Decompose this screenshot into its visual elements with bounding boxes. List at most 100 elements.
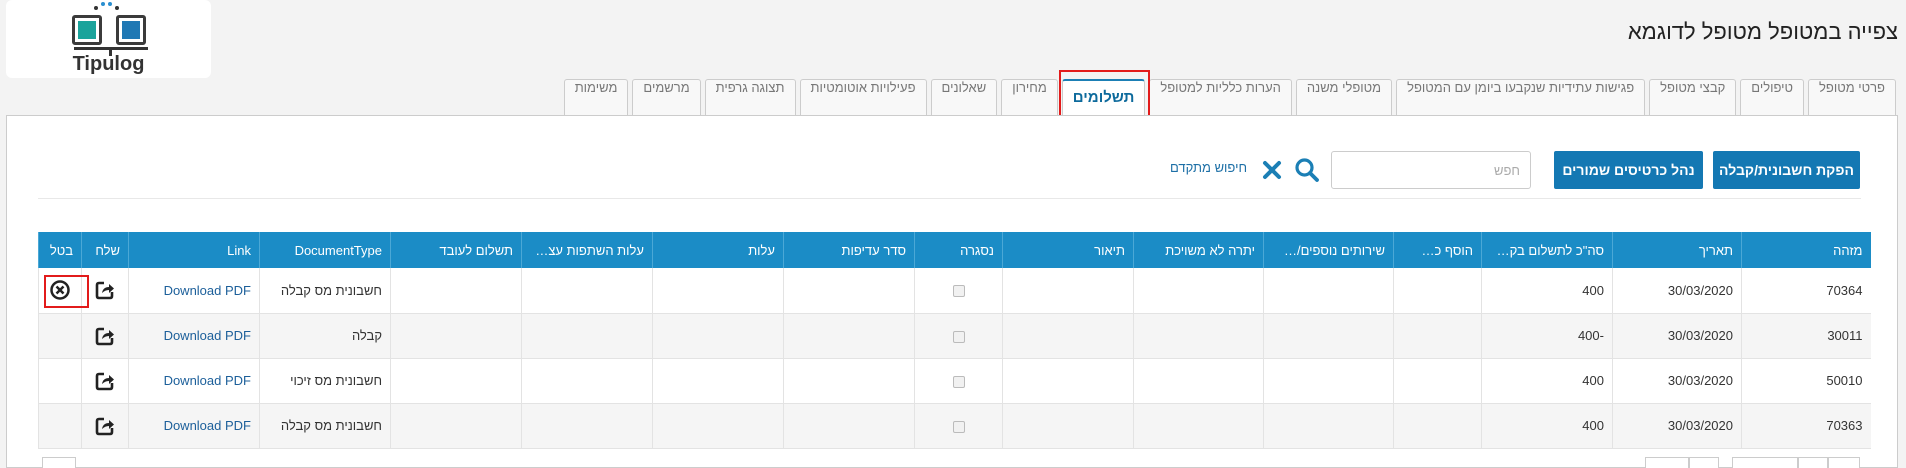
- table-row: 70364 30/03/2020 400 חשבונית מס קבלה Dow…: [38, 268, 1871, 314]
- logo-text: Tipulog: [72, 53, 145, 75]
- closed-checkbox[interactable]: [952, 375, 965, 388]
- logo-dot: [115, 6, 119, 10]
- cancel-circle-icon[interactable]: [49, 279, 71, 301]
- pager-button[interactable]: [1798, 457, 1828, 468]
- column-header-send: שלח: [81, 232, 129, 268]
- tab-automatic-activities[interactable]: פעילויות אוטומטיות: [799, 79, 927, 115]
- column-header-priority[interactable]: סדר עדיפות: [783, 232, 915, 268]
- download-pdf-link[interactable]: Download PDF: [164, 328, 251, 343]
- closed-checkbox[interactable]: [952, 420, 965, 433]
- share-icon[interactable]: [94, 325, 116, 347]
- tab-sub-patients[interactable]: מטופלי משנה: [1295, 79, 1393, 115]
- column-header-total[interactable]: סה"כ לתשלום בק…: [1481, 232, 1613, 268]
- tab-treatments[interactable]: טיפולים: [1740, 79, 1805, 115]
- close-icon[interactable]: [1262, 160, 1282, 180]
- cell-empty: [783, 403, 915, 449]
- pager-button[interactable]: [1732, 457, 1798, 468]
- tab-general-notes[interactable]: הערות כלליות למטופל: [1149, 79, 1292, 115]
- cell-id: 30011: [1741, 313, 1871, 359]
- cell-document-type: קבלה: [259, 313, 391, 359]
- logo-square-icon: [116, 15, 146, 45]
- cell-empty: [390, 268, 522, 314]
- search-input[interactable]: [1331, 151, 1531, 189]
- cell-total: -400: [1481, 313, 1613, 359]
- table-header-row: מזהה תאריך סה"כ לתשלום בק… הוסף כ… שירות…: [38, 232, 1871, 268]
- cell-empty: [652, 403, 784, 449]
- closed-checkbox[interactable]: [952, 285, 965, 298]
- download-pdf-link[interactable]: Download PDF: [164, 418, 251, 433]
- pager-button[interactable]: [1828, 457, 1860, 468]
- cell-total: 400: [1481, 403, 1613, 449]
- cell-empty: [783, 268, 915, 314]
- cell-empty: [1133, 403, 1264, 449]
- advanced-search-link[interactable]: חיפוש מתקדם: [1170, 160, 1247, 175]
- pager-button[interactable]: [1645, 457, 1689, 468]
- tab-future-meetings[interactable]: פגישות עתידיות שנקבעו ביומן עם המטופל: [1396, 79, 1646, 115]
- cell-empty: [652, 313, 784, 359]
- cell-cancel: [38, 358, 82, 404]
- cell-empty: [1393, 313, 1482, 359]
- column-header-closed[interactable]: נסגרה: [914, 232, 1003, 268]
- cell-empty: [521, 268, 653, 314]
- cell-id: 70364: [1741, 268, 1871, 314]
- cell-id: 70363: [1741, 403, 1871, 449]
- tab-price-list[interactable]: מחירון: [1001, 79, 1058, 115]
- tab-questionnaires[interactable]: שאלונים: [930, 79, 998, 115]
- table-footer: [38, 457, 1860, 468]
- cell-closed: [914, 403, 1003, 449]
- download-pdf-link[interactable]: Download PDF: [164, 283, 251, 298]
- cell-empty: [1133, 313, 1264, 359]
- column-header-link[interactable]: Link: [128, 232, 260, 268]
- cell-cancel: [38, 268, 82, 314]
- cell-send: [81, 358, 129, 404]
- tab-prescriptions[interactable]: מרשמים: [632, 79, 701, 115]
- cell-id: 50010: [1741, 358, 1871, 404]
- logo-square-icon: [72, 15, 102, 45]
- cell-total: 400: [1481, 358, 1613, 404]
- tab-tasks[interactable]: משימות: [563, 79, 629, 115]
- table-row: 30011 30/03/2020 -400 קבלה Download PDF: [38, 313, 1871, 359]
- column-header-employee-payment[interactable]: תשלום לעובד: [390, 232, 522, 268]
- cell-empty: [1393, 268, 1482, 314]
- download-pdf-link[interactable]: Download PDF: [164, 373, 251, 388]
- logo-dot: [108, 2, 112, 6]
- tab-payments[interactable]: תשלומים: [1061, 79, 1146, 115]
- share-icon[interactable]: [94, 279, 116, 301]
- manage-saved-cards-button[interactable]: נהל כרטיסים שמורים: [1554, 151, 1703, 189]
- pager-button[interactable]: [1689, 457, 1719, 468]
- column-header-description[interactable]: תיאור: [1002, 232, 1134, 268]
- tab-bar: פרטי מטופל טיפולים קבצי מטופל פגישות עתי…: [563, 79, 1896, 115]
- cell-empty: [1263, 403, 1394, 449]
- cell-closed: [914, 313, 1003, 359]
- cell-date: 30/03/2020: [1612, 313, 1742, 359]
- export-button[interactable]: [42, 457, 76, 468]
- cell-send: [81, 268, 129, 314]
- cell-total: 400: [1481, 268, 1613, 314]
- column-header-document-type[interactable]: DocumentType: [259, 232, 391, 268]
- column-header-unassigned-balance[interactable]: יתרה לא משויכת: [1133, 232, 1264, 268]
- table-row: 70363 30/03/2020 400 חשבונית מס קבלה Dow…: [38, 403, 1871, 449]
- divider: [38, 198, 1861, 199]
- issue-invoice-button[interactable]: הפקת חשבונית/קבלה: [1713, 151, 1860, 189]
- column-header-cost[interactable]: עלות: [652, 232, 784, 268]
- cell-empty: [521, 403, 653, 449]
- share-icon[interactable]: [94, 370, 116, 392]
- search-icon[interactable]: [1294, 157, 1320, 183]
- column-header-date[interactable]: תאריך: [1612, 232, 1742, 268]
- column-header-copay-cost[interactable]: עלות השתפות עצ…: [521, 232, 653, 268]
- tab-graphic-view[interactable]: תצוגה גרפית: [704, 79, 796, 115]
- cell-empty: [1002, 268, 1134, 314]
- cell-cancel: [38, 403, 82, 449]
- tab-patient-details[interactable]: פרטי מטופל: [1808, 79, 1896, 115]
- cell-link: Download PDF: [128, 403, 260, 449]
- cell-empty: [1002, 358, 1134, 404]
- share-icon[interactable]: [94, 415, 116, 437]
- closed-checkbox[interactable]: [952, 330, 965, 343]
- column-header-id[interactable]: מזהה: [1741, 232, 1871, 268]
- tab-patient-files[interactable]: קבצי מטופל: [1649, 79, 1737, 115]
- column-header-extra-services[interactable]: שירותים נוספים/…: [1263, 232, 1394, 268]
- cell-empty: [1263, 268, 1394, 314]
- cell-empty: [1133, 268, 1264, 314]
- column-header-add[interactable]: הוסף כ…: [1393, 232, 1482, 268]
- payments-table: מזהה תאריך סה"כ לתשלום בק… הוסף כ… שירות…: [38, 232, 1871, 449]
